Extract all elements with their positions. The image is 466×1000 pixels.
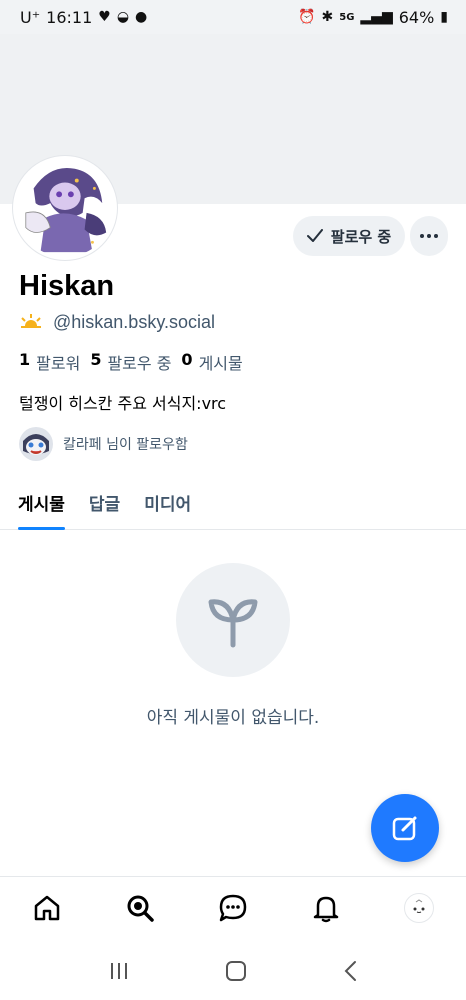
- posts-label: 게시물: [198, 354, 243, 373]
- follower-avatar: [19, 427, 53, 461]
- nav-chat[interactable]: [213, 888, 253, 928]
- status-right: ⏰ ✱ 5G ▂▄▆ 64% ▮: [298, 8, 448, 27]
- search-icon: [127, 895, 154, 922]
- 5g-icon: 5G: [339, 11, 355, 23]
- handle-row: @hiskan.bsky.social: [19, 312, 215, 333]
- nav-home[interactable]: [27, 888, 67, 928]
- sprout-icon: [208, 599, 258, 648]
- system-navigation-bar: [0, 945, 466, 1000]
- followers-stat[interactable]: 1 팔로워: [19, 350, 80, 374]
- recent-apps-button[interactable]: [108, 961, 130, 985]
- posts-stat: 0 게시물: [181, 350, 242, 374]
- compose-button[interactable]: [371, 794, 439, 862]
- followed-by-text: 칼라페 님이 팔로우함: [63, 437, 188, 453]
- empty-state-message: 아직 게시물이 없습니다.: [146, 708, 320, 728]
- stats-row: 1 팔로워 5 팔로우 중 0 게시물: [19, 350, 243, 374]
- empty-state-icon-circle: [176, 563, 290, 677]
- tab-replies[interactable]: 답글: [89, 480, 120, 529]
- status-left: U⁺ 16:11 ♥ ◒ ●: [20, 8, 147, 27]
- chat-icon: [219, 894, 247, 921]
- followers-count: 1: [19, 350, 31, 369]
- back-system-button[interactable]: [342, 960, 358, 986]
- following-label: 팔로우 중: [107, 354, 172, 373]
- home-square-icon: [225, 960, 246, 981]
- profile-handle: @hiskan.bsky.social: [53, 312, 215, 332]
- tab-posts[interactable]: 게시물: [18, 480, 65, 530]
- bowl-icon: ◒: [116, 9, 130, 25]
- followed-by-row[interactable]: 칼라페 님이 팔로우함: [19, 427, 188, 461]
- following-count: 5: [90, 350, 102, 369]
- following-button-label: 팔로우 중: [330, 227, 392, 246]
- home-system-button[interactable]: [225, 960, 247, 986]
- profile-avatar[interactable]: [13, 156, 117, 260]
- profile-tabs: 게시물 답글 미디어: [0, 480, 466, 530]
- following-button[interactable]: 팔로우 중: [293, 216, 405, 256]
- carrier-label: U⁺: [20, 7, 41, 27]
- profile-avatar: [404, 892, 435, 923]
- sun-emoji-icon: [19, 313, 43, 333]
- status-bar: U⁺ 16:11 ♥ ◒ ● ⏰ ✱ 5G ▂▄▆ 64% ▮: [0, 0, 466, 34]
- bottom-navigation: [0, 876, 466, 938]
- compose-icon: [392, 816, 417, 841]
- battery-percent: 64%: [398, 7, 435, 27]
- bell-icon: [313, 896, 339, 922]
- bluetooth-icon: ✱: [321, 9, 334, 25]
- profile-bio: 털쟁이 히스칸 주요 서식지:vrc: [19, 394, 227, 413]
- display-name: Hiskan: [19, 270, 115, 302]
- heart-icon: ♥: [98, 9, 111, 25]
- back-chevron-icon: [344, 960, 357, 981]
- avatar-image: [16, 159, 114, 257]
- status-time: 16:11: [46, 7, 93, 27]
- nav-profile[interactable]: [399, 888, 439, 928]
- chat-bubbles-icon: ●: [135, 9, 148, 25]
- tab-media[interactable]: 미디어: [144, 480, 191, 529]
- nav-notifications[interactable]: [306, 888, 346, 928]
- recent-apps-icon: [110, 962, 127, 979]
- signal-icon: ▂▄▆: [360, 9, 393, 25]
- nav-search[interactable]: [120, 888, 160, 928]
- battery-icon: ▮: [440, 9, 448, 25]
- following-stat[interactable]: 5 팔로우 중: [90, 350, 171, 374]
- checkmark-icon: [306, 229, 323, 242]
- home-icon: [34, 895, 59, 920]
- alarm-icon: ⏰: [298, 9, 316, 25]
- more-options-button[interactable]: [410, 216, 448, 256]
- posts-count: 0: [181, 350, 193, 369]
- ellipsis-icon: [420, 234, 438, 238]
- followers-label: 팔로워: [36, 354, 81, 373]
